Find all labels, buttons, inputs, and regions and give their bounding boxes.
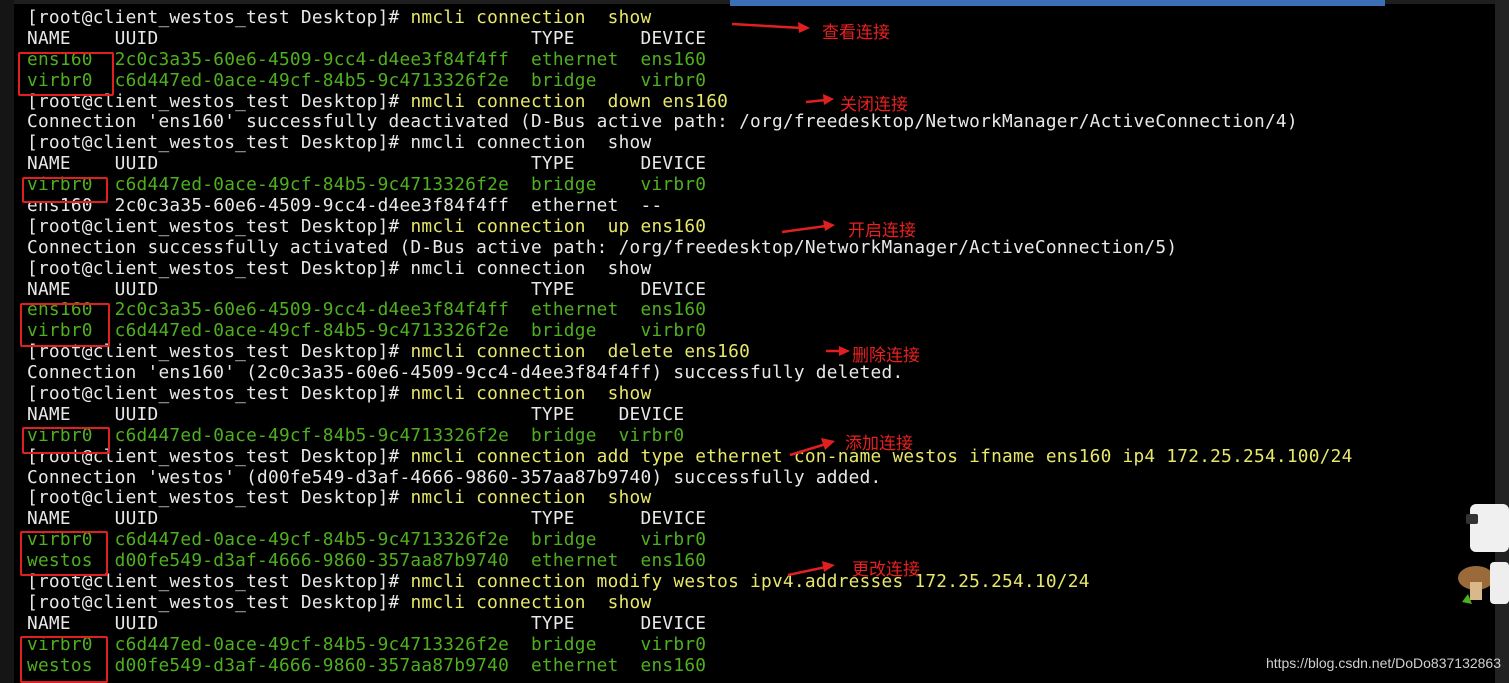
arrow-icon xyxy=(781,220,835,234)
terminal-line: [root@client_westos_test Desktop]# nmcli… xyxy=(27,571,1353,593)
arrow-icon xyxy=(805,94,834,105)
terminal-line: NAME UUID TYPE DEVICE xyxy=(27,612,1353,635)
command-text: nmcli connection down ens160 xyxy=(410,90,729,112)
command-text: nmcli connection show xyxy=(410,7,652,28)
connection-row-text: westos d00fe549-d3af-4666-9860-357aa87b9… xyxy=(27,550,707,572)
terminal-line: [root@client_westos_test Desktop]# nmcli… xyxy=(27,341,1353,363)
terminal-left-edge xyxy=(0,0,14,683)
connection-row-text: virbr0 c6d447ed-0ace-49cf-84b5-9c4713326… xyxy=(27,174,707,196)
output-text: [root@client_westos_test Desktop]# xyxy=(27,7,411,28)
highlight-box xyxy=(22,427,110,454)
annotation-label: 添加连接 xyxy=(845,434,913,454)
output-text: NAME UUID TYPE DEVICE xyxy=(27,403,685,425)
terminal-line: [root@client_westos_test Desktop]# nmcli… xyxy=(27,446,1353,468)
terminal-line: virbr0 c6d447ed-0ace-49cf-84b5-9c4713326… xyxy=(27,320,1353,342)
output-text: NAME UUID TYPE DEVICE xyxy=(27,278,707,300)
terminal-line: westos d00fe549-d3af-4666-9860-357aa87b9… xyxy=(27,550,1353,572)
terminal-line: virbr0 c6d447ed-0ace-49cf-84b5-9c4713326… xyxy=(27,424,1353,447)
watermark-url: https://blog.csdn.net/DoDo837132863 xyxy=(1265,655,1501,671)
command-text: nmcli connection show xyxy=(410,591,652,613)
output-text: [root@client_westos_test Desktop]# xyxy=(27,383,411,405)
command-text: nmcli connection up ens160 xyxy=(410,215,707,237)
terminal-line: NAME UUID TYPE DEVICE xyxy=(27,278,1353,301)
highlight-box xyxy=(18,52,114,96)
highlight-box xyxy=(20,636,108,683)
output-text: NAME UUID TYPE DEVICE xyxy=(27,508,707,530)
terminal-line: [root@client_westos_test Desktop]# nmcli… xyxy=(27,257,1353,280)
terminal-line: NAME UUID TYPE DEVICE xyxy=(27,153,1353,175)
terminal-line: [root@client_westos_test Desktop]# nmcli… xyxy=(27,215,1353,238)
terminal-line: Connection successfully activated (D-Bus… xyxy=(27,236,1353,259)
output-text: [root@client_westos_test Desktop]# nmcli… xyxy=(27,132,652,154)
terminal-line: ens160 2c0c3a35-60e6-4509-9cc4-d4ee3f84f… xyxy=(27,195,1353,217)
terminal-line: virbr0 c6d447ed-0ace-49cf-84b5-9c4713326… xyxy=(27,174,1353,196)
arrow-icon xyxy=(787,561,835,577)
arrow-icon xyxy=(731,22,810,33)
connection-row-text: virbr0 c6d447ed-0ace-49cf-84b5-9c4713326… xyxy=(27,320,707,342)
output-text: [root@client_westos_test Desktop]# xyxy=(27,591,411,613)
connection-row-text: virbr0 c6d447ed-0ace-49cf-84b5-9c4713326… xyxy=(27,529,707,551)
terminal-line: [root@client_westos_test Desktop]# nmcli… xyxy=(27,488,1353,509)
terminal-line: ens160 2c0c3a35-60e6-4509-9cc4-d4ee3f84f… xyxy=(27,300,1353,321)
command-text: nmcli connection modify westos ipv4.addr… xyxy=(410,571,1090,593)
highlight-box xyxy=(22,177,108,203)
terminal-window[interactable]: [root@client_westos_test Desktop]# nmcli… xyxy=(0,0,1509,683)
terminal-line: westos d00fe549-d3af-4666-9860-357aa87b9… xyxy=(27,654,1353,677)
output-text: ens160 2c0c3a35-60e6-4509-9cc4-d4ee3f84f… xyxy=(27,195,663,217)
annotation-label: 查看连接 xyxy=(822,23,890,43)
terminal-line: Connection 'ens160' (2c0c3a35-60e6-4509-… xyxy=(27,362,1353,384)
output-text: NAME UUID TYPE DEVICE xyxy=(27,612,707,634)
annotation-label: 开启连接 xyxy=(848,221,916,241)
terminal-line: [root@client_westos_test Desktop]# nmcli… xyxy=(27,132,1353,154)
highlight-box xyxy=(20,303,110,347)
output-text: NAME UUID TYPE DEVICE xyxy=(27,153,707,175)
annotation-label: 关闭连接 xyxy=(840,95,908,115)
command-text: nmcli connection show xyxy=(410,487,652,509)
output-text: Connection 'ens160' (2c0c3a35-60e6-4509-… xyxy=(27,362,904,384)
output-text: Connection successfully activated (D-Bus… xyxy=(27,236,1178,258)
terminal-line: virbr0 c6d447ed-0ace-49cf-84b5-9c4713326… xyxy=(27,529,1353,551)
terminal-line: [root@client_westos_test Desktop]# nmcli… xyxy=(27,383,1353,405)
highlight-box xyxy=(20,531,108,576)
terminal-line: virbr0 c6d447ed-0ace-49cf-84b5-9c4713326… xyxy=(27,633,1353,656)
terminal-line: NAME UUID TYPE DEVICE xyxy=(27,27,1353,50)
output-text: NAME UUID TYPE DEVICE xyxy=(27,27,707,49)
annotation-label: 更改连接 xyxy=(852,560,920,580)
terminal-line: [root@client_westos_test Desktop]# nmcli… xyxy=(27,591,1353,614)
arrow-icon xyxy=(826,346,850,356)
terminal-line: [root@client_westos_test Desktop]# nmcli… xyxy=(27,7,1353,29)
terminal-line: Connection 'ens160' successfully deactiv… xyxy=(27,112,1353,133)
output-text: Connection 'ens160' successfully deactiv… xyxy=(27,111,1298,133)
output-text: Connection 'westos' (d00fe549-d3af-4666-… xyxy=(27,466,882,488)
terminal-line: [root@client_westos_test Desktop]# nmcli… xyxy=(27,90,1353,113)
arrow-icon xyxy=(789,438,835,457)
command-text: nmcli connection show xyxy=(410,383,652,405)
output-text: [root@client_westos_test Desktop]# nmcli… xyxy=(27,257,652,279)
connection-row-text: ens160 2c0c3a35-60e6-4509-9cc4-d4ee3f84f… xyxy=(27,48,707,70)
terminal-tab-accent xyxy=(730,0,1385,6)
connection-row-text: ens160 2c0c3a35-60e6-4509-9cc4-d4ee3f84f… xyxy=(27,299,707,321)
annotation-label: 删除连接 xyxy=(852,346,920,366)
terminal-line: Connection 'westos' (d00fe549-d3af-4666-… xyxy=(27,466,1353,489)
connection-row-text: virbr0 c6d447ed-0ace-49cf-84b5-9c4713326… xyxy=(27,633,707,655)
sticker-image xyxy=(1454,496,1509,614)
terminal-line: NAME UUID TYPE DEVICE xyxy=(27,403,1353,426)
terminal-line: ens160 2c0c3a35-60e6-4509-9cc4-d4ee3f84f… xyxy=(27,48,1353,71)
output-text: [root@client_westos_test Desktop]# xyxy=(27,215,411,237)
connection-row-text: virbr0 c6d447ed-0ace-49cf-84b5-9c4713326… xyxy=(27,69,707,91)
terminal-line: virbr0 c6d447ed-0ace-49cf-84b5-9c4713326… xyxy=(27,69,1353,92)
output-text: [root@client_westos_test Desktop]# xyxy=(27,487,411,509)
terminal-output: [root@client_westos_test Desktop]# nmcli… xyxy=(27,7,1353,677)
connection-row-text: westos d00fe549-d3af-4666-9860-357aa87b9… xyxy=(27,654,707,676)
connection-row-text: virbr0 c6d447ed-0ace-49cf-84b5-9c4713326… xyxy=(27,424,685,446)
command-text: nmcli connection delete ens160 xyxy=(410,341,751,363)
terminal-line: NAME UUID TYPE DEVICE xyxy=(27,508,1353,530)
